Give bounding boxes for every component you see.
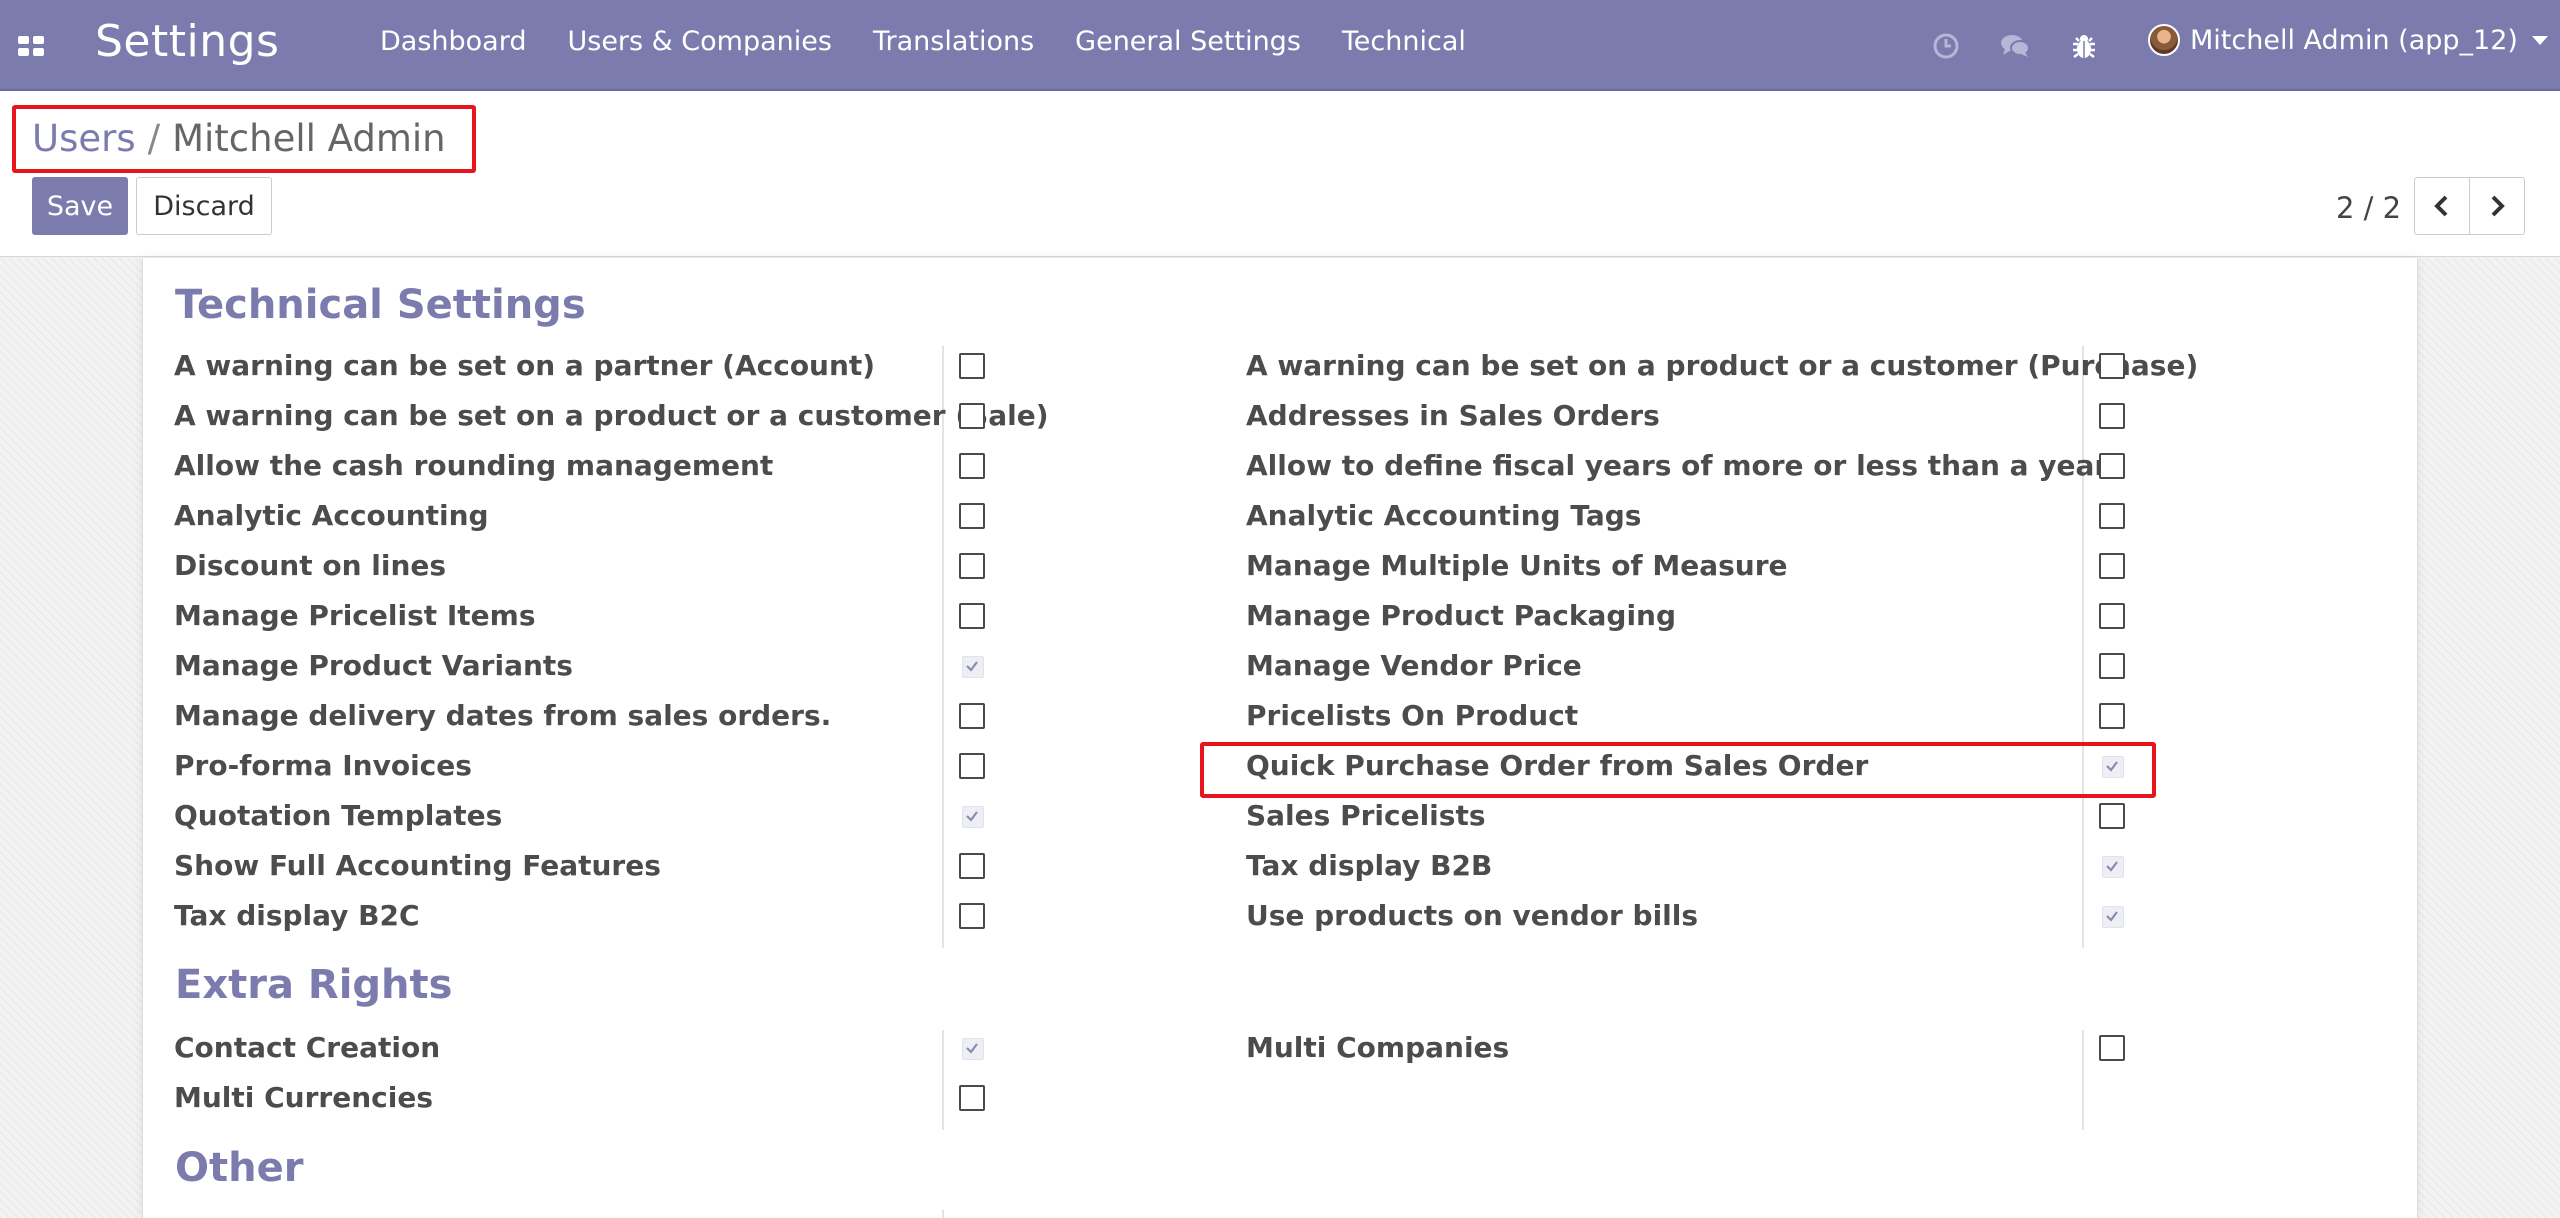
breadcrumb-users-link[interactable]: Users bbox=[32, 117, 136, 160]
chat-icon[interactable] bbox=[1999, 30, 2031, 62]
check-icon bbox=[2106, 911, 2118, 922]
user-name: Mitchell Admin (app_12) bbox=[2190, 24, 2518, 56]
field-label: Manage Multiple Units of Measure bbox=[1246, 549, 1788, 582]
field-label: Analytic Accounting bbox=[174, 499, 489, 532]
avatar bbox=[2148, 24, 2180, 56]
field-label: Analytic Accounting Tags bbox=[1246, 499, 1642, 532]
field-label: Multi Currencies bbox=[174, 1081, 433, 1114]
field-label: Contact Creation bbox=[174, 1031, 441, 1064]
field-label: Sales Pricelists bbox=[1246, 799, 1486, 832]
field-label: Manage Pricelist Items bbox=[174, 599, 536, 632]
checkbox-checked[interactable] bbox=[2099, 853, 2125, 879]
field-label: Quick Purchase Order from Sales Order bbox=[1246, 749, 1869, 782]
control-panel: Users / Mitchell Admin Save Discard 2 / 2 bbox=[0, 91, 2560, 257]
menu-general-settings[interactable]: General Settings bbox=[1075, 26, 1301, 57]
column-divider bbox=[2082, 1030, 2084, 1130]
menu-technical[interactable]: Technical bbox=[1342, 26, 1466, 57]
checkbox-unchecked[interactable] bbox=[959, 1085, 985, 1111]
check-icon bbox=[2106, 761, 2118, 772]
bug-icon[interactable] bbox=[2068, 30, 2100, 62]
checkbox-unchecked[interactable] bbox=[959, 553, 985, 579]
chevron-left-icon bbox=[2434, 195, 2448, 217]
column-divider bbox=[942, 1030, 944, 1130]
apps-grid-icon[interactable] bbox=[18, 36, 46, 56]
checkbox-unchecked[interactable] bbox=[959, 453, 985, 479]
checkbox-unchecked[interactable] bbox=[959, 353, 985, 379]
checkbox-checked[interactable] bbox=[959, 653, 985, 679]
field-label: A warning can be set on a product or a c… bbox=[1246, 349, 2199, 382]
main-menu: Dashboard Users & Companies Translations… bbox=[380, 26, 1507, 57]
field-label: Tax display B2C bbox=[174, 899, 420, 932]
checkbox-unchecked[interactable] bbox=[2099, 353, 2125, 379]
field-label: Addresses in Sales Orders bbox=[1246, 399, 1660, 432]
column-divider bbox=[942, 346, 944, 948]
checkbox-unchecked[interactable] bbox=[2099, 803, 2125, 829]
checkbox-checked[interactable] bbox=[959, 803, 985, 829]
section-title-other: Other bbox=[175, 1145, 304, 1191]
checkbox-unchecked[interactable] bbox=[959, 853, 985, 879]
check-icon bbox=[966, 811, 978, 822]
field-label: Allow to define fiscal years of more or … bbox=[1246, 449, 2109, 482]
checkbox-unchecked[interactable] bbox=[959, 403, 985, 429]
checkbox-unchecked[interactable] bbox=[959, 703, 985, 729]
chevron-right-icon bbox=[2491, 195, 2505, 217]
field-label: Manage delivery dates from sales orders. bbox=[174, 699, 832, 732]
column-divider bbox=[942, 1210, 944, 1218]
check-icon bbox=[2106, 861, 2118, 872]
checkbox-unchecked[interactable] bbox=[2099, 653, 2125, 679]
field-label: A warning can be set on a product or a c… bbox=[174, 399, 1049, 432]
discard-button[interactable]: Discard bbox=[136, 177, 272, 235]
field-label: Use products on vendor bills bbox=[1246, 899, 1699, 932]
caret-down-icon bbox=[2531, 35, 2548, 45]
checkbox-unchecked[interactable] bbox=[959, 503, 985, 529]
check-icon bbox=[966, 661, 978, 672]
field-label: Pricelists On Product bbox=[1246, 699, 1579, 732]
field-label: Manage Product Packaging bbox=[1246, 599, 1677, 632]
check-icon bbox=[966, 1043, 978, 1054]
field-label: Tax display B2B bbox=[1246, 849, 1493, 882]
field-label: Manage Vendor Price bbox=[1246, 649, 1582, 682]
field-label: Discount on lines bbox=[174, 549, 447, 582]
field-label: Allow the cash rounding management bbox=[174, 449, 774, 482]
checkbox-unchecked[interactable] bbox=[959, 903, 985, 929]
checkbox-unchecked[interactable] bbox=[2099, 1035, 2125, 1061]
section-title-technical-settings: Technical Settings bbox=[175, 282, 586, 328]
field-label: Pro-forma Invoices bbox=[174, 749, 472, 782]
checkbox-unchecked[interactable] bbox=[2099, 553, 2125, 579]
menu-users-companies[interactable]: Users & Companies bbox=[567, 26, 831, 57]
field-label: Show Full Accounting Features bbox=[174, 849, 661, 882]
field-label: Manage Product Variants bbox=[174, 649, 573, 682]
breadcrumb-separator: / bbox=[147, 117, 161, 160]
checkbox-checked[interactable] bbox=[959, 1035, 985, 1061]
checkbox-unchecked[interactable] bbox=[2099, 403, 2125, 429]
user-menu[interactable]: Mitchell Admin (app_12) bbox=[2148, 24, 2548, 56]
column-divider bbox=[2082, 346, 2084, 948]
checkbox-unchecked[interactable] bbox=[2099, 603, 2125, 629]
top-navbar: Settings Dashboard Users & Companies Tra… bbox=[0, 0, 2560, 91]
checkbox-checked[interactable] bbox=[2099, 753, 2125, 779]
field-label: Quotation Templates bbox=[174, 799, 503, 832]
breadcrumb-current: Mitchell Admin bbox=[172, 117, 446, 160]
field-label: Multi Companies bbox=[1246, 1031, 1510, 1064]
section-title-extra-rights: Extra Rights bbox=[175, 962, 453, 1008]
menu-dashboard[interactable]: Dashboard bbox=[380, 26, 526, 57]
field-label: A warning can be set on a partner (Accou… bbox=[174, 349, 876, 382]
checkbox-unchecked[interactable] bbox=[2099, 703, 2125, 729]
checkbox-unchecked[interactable] bbox=[959, 603, 985, 629]
save-button[interactable]: Save bbox=[32, 177, 128, 235]
pager-previous-button[interactable] bbox=[2414, 177, 2470, 235]
pager-next-button[interactable] bbox=[2469, 177, 2525, 235]
pager-value: 2 / 2 bbox=[2336, 191, 2402, 225]
app-title: Settings bbox=[95, 16, 280, 67]
checkbox-unchecked[interactable] bbox=[2099, 453, 2125, 479]
menu-translations[interactable]: Translations bbox=[873, 26, 1034, 57]
checkbox-checked[interactable] bbox=[2099, 903, 2125, 929]
clock-icon[interactable] bbox=[1930, 30, 1962, 62]
checkbox-unchecked[interactable] bbox=[959, 753, 985, 779]
checkbox-unchecked[interactable] bbox=[2099, 503, 2125, 529]
breadcrumb: Users / Mitchell Admin bbox=[32, 117, 446, 160]
